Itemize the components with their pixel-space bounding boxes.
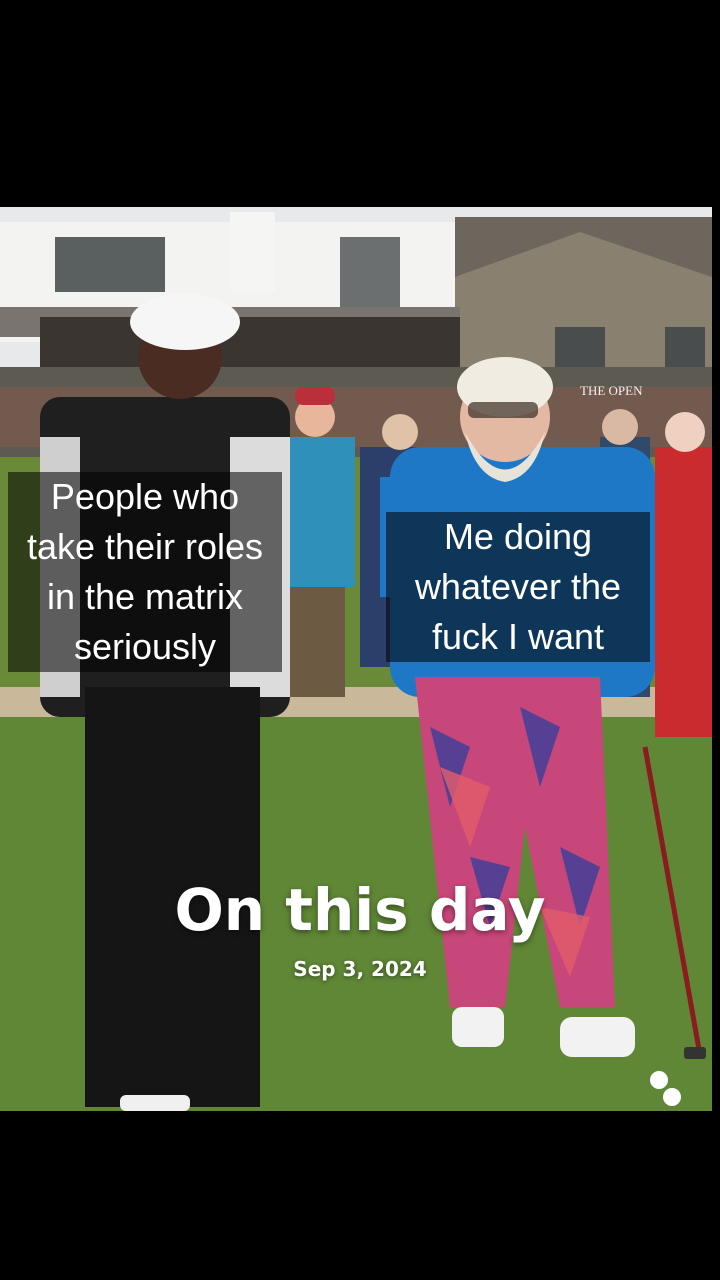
on-this-day-title: On this day xyxy=(174,876,546,944)
caption-right-line: Me doing xyxy=(443,516,593,557)
memory-screen: THE OPEN People who take their roles in … xyxy=(0,0,720,1280)
caption-left-line: People who xyxy=(50,476,240,517)
caption-left-line: take their roles xyxy=(26,526,264,567)
caption-left: People who take their roles in the matri… xyxy=(8,472,282,672)
caption-left-line: seriously xyxy=(73,626,217,667)
caption-right-line: whatever the xyxy=(414,566,622,607)
caption-left-line: in the matrix xyxy=(46,576,244,617)
memory-date: Sep 3, 2024 xyxy=(293,957,427,981)
caption-right: Me doing whatever the fuck I want xyxy=(386,512,650,662)
caption-right-line: fuck I want xyxy=(431,616,605,657)
the-open-sign: THE OPEN xyxy=(580,383,643,398)
